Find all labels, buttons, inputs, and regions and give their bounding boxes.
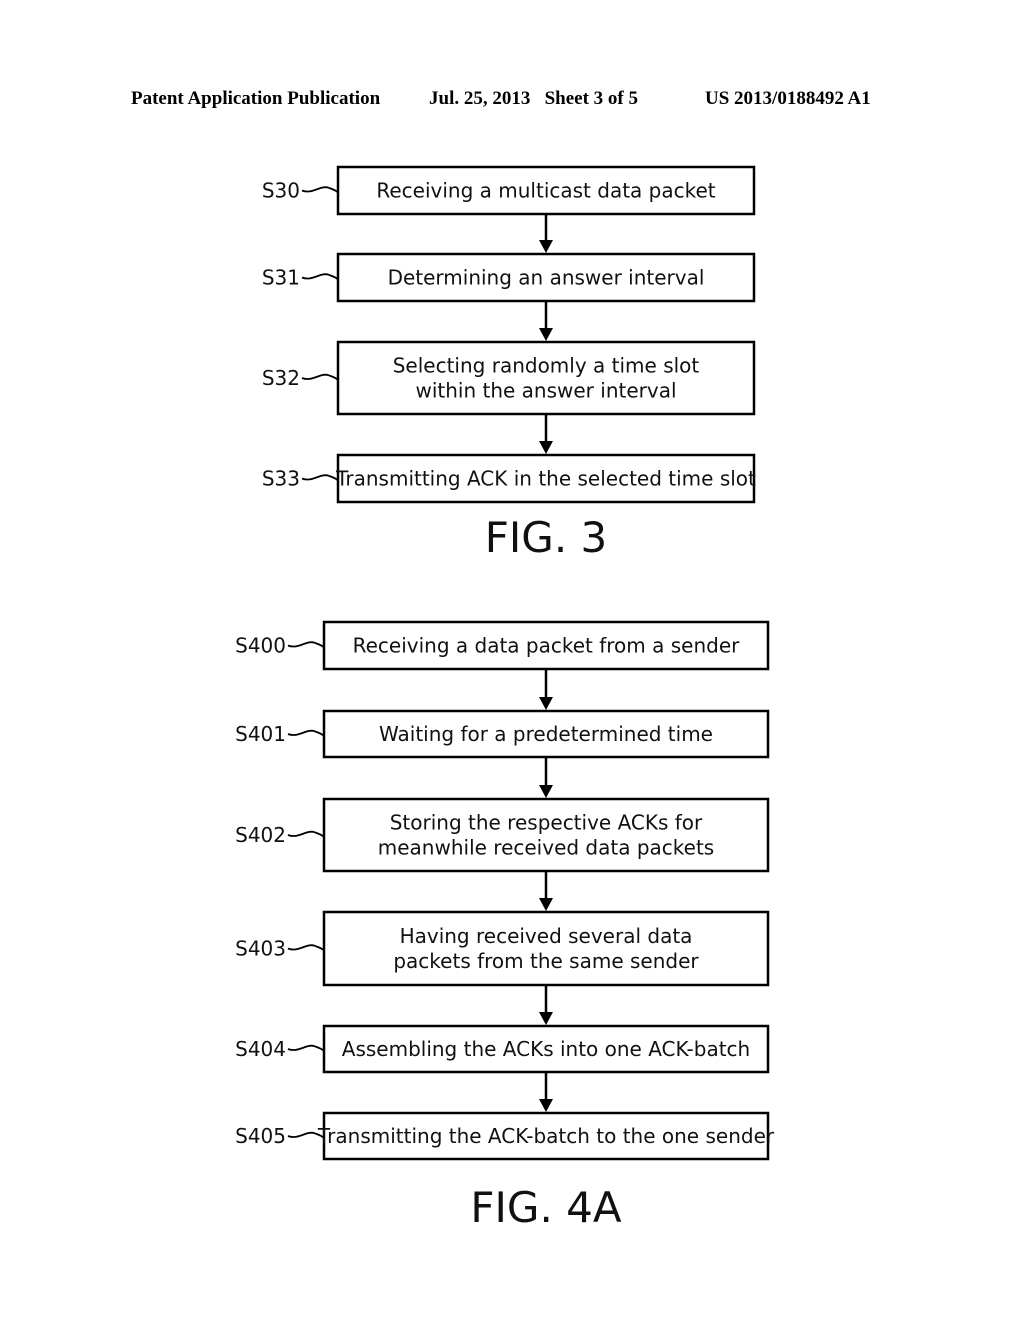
step-text: Receiving a data packet from a sender <box>353 634 741 658</box>
step-label: S32 <box>262 366 300 390</box>
leader-line <box>301 474 339 482</box>
arrowhead-icon <box>539 1099 553 1112</box>
leader-line <box>287 729 325 737</box>
figure-caption: FIG. 4A <box>470 1183 622 1232</box>
step-text: Transmitting the ACK-batch to the one se… <box>317 1124 775 1148</box>
step-text: Receiving a multicast data packet <box>376 179 715 203</box>
step-text: packets from the same sender <box>393 949 699 973</box>
step-label: S404 <box>235 1037 286 1061</box>
step-text: meanwhile received data packets <box>378 836 714 860</box>
leader-line <box>287 641 325 649</box>
arrowhead-icon <box>539 697 553 710</box>
leader-line <box>301 273 339 281</box>
step-text: Having received several data <box>400 924 693 948</box>
step-label: S402 <box>235 823 286 847</box>
flowchart-diagram: Receiving a multicast data packet S30 Dete… <box>235 165 775 1232</box>
step-label: S401 <box>235 722 286 746</box>
step-label: S405 <box>235 1124 286 1148</box>
leader-line <box>301 373 339 381</box>
step-text: Storing the respective ACKs for <box>390 811 703 835</box>
step-label: S31 <box>262 266 300 290</box>
step-text: Assembling the ACKs into one ACK-batch <box>342 1037 750 1061</box>
step-text: Transmitting ACK in the selected time sl… <box>335 467 756 491</box>
leader-line <box>301 186 339 194</box>
arrowhead-icon <box>539 785 553 798</box>
step-label: S400 <box>235 634 286 658</box>
arrowhead-icon <box>539 328 553 341</box>
step-text: within the answer interval <box>415 379 676 403</box>
leader-line <box>287 944 325 952</box>
step-label: S403 <box>235 937 286 961</box>
leader-line <box>287 1044 325 1052</box>
figure-caption: FIG. 3 <box>485 513 608 562</box>
step-text: Selecting randomly a time slot <box>393 354 700 378</box>
leader-line <box>287 830 325 838</box>
arrowhead-icon <box>539 898 553 911</box>
step-label: S33 <box>262 467 300 491</box>
step-text: Determining an answer interval <box>388 266 705 290</box>
step-label: S30 <box>262 179 300 203</box>
arrowhead-icon <box>539 441 553 454</box>
arrowhead-icon <box>539 1012 553 1025</box>
arrowhead-icon <box>539 240 553 253</box>
step-text: Waiting for a predetermined time <box>379 722 713 746</box>
